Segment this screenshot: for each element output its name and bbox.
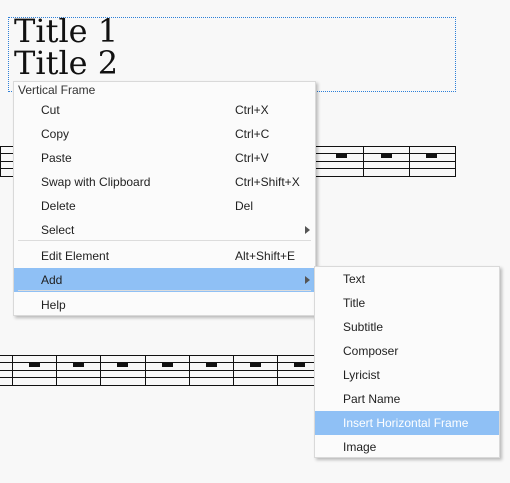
menu-item-label: Delete [41,199,76,213]
submenu-item-label: Part Name [343,392,401,406]
submenu-item-part-name[interactable]: Part Name [315,387,499,411]
whole-rest-icon [426,154,437,158]
whole-rest-icon [294,363,305,367]
add-submenu: Text Title Subtitle Composer Lyricist Pa… [314,266,500,458]
staff-system-2[interactable] [0,355,320,386]
menu-item-delete[interactable]: Delete Del [14,194,315,218]
submenu-item-title[interactable]: Title [315,291,499,315]
menu-item-label: Copy [41,127,70,141]
whole-rest-icon [117,363,128,367]
menu-item-label: Add [41,273,63,287]
menu-item-add[interactable]: Add [14,268,315,292]
menu-item-help[interactable]: Help [14,293,315,317]
menu-item-paste[interactable]: Paste Ctrl+V [14,146,315,170]
menu-item-label: Cut [41,103,60,117]
menu-item-shortcut: Ctrl+X [235,103,269,117]
submenu-item-image[interactable]: Image [315,435,499,459]
submenu-item-subtitle[interactable]: Subtitle [315,315,499,339]
submenu-item-label: Title [343,296,366,310]
context-menu: Vertical Frame Cut Ctrl+X Copy Ctrl+C Pa… [13,81,316,316]
menu-item-select[interactable]: Select [14,218,315,242]
score-title-2: Title 2 [14,44,119,82]
submenu-item-lyricist[interactable]: Lyricist [315,363,499,387]
whole-rest-icon [250,363,261,367]
chevron-right-icon [305,276,310,284]
chevron-right-icon [305,226,310,234]
score-canvas[interactable]: Title 1 Title 2 Vertical Frame Cut Ctrl+… [0,0,510,483]
submenu-item-label: Composer [343,344,399,358]
menu-item-edit-element[interactable]: Edit Element Alt+Shift+E [14,244,315,268]
whole-rest-icon [29,363,40,367]
menu-item-label: Select [41,223,75,237]
score-title-1: Title 1 [14,12,119,50]
whole-rest-icon [162,363,173,367]
whole-rest-icon [206,363,217,367]
whole-rest-icon [381,154,392,158]
submenu-item-label: Lyricist [343,368,380,382]
menu-item-shortcut: Ctrl+Shift+X [235,175,300,189]
submenu-item-text[interactable]: Text [315,267,499,291]
menu-item-shortcut: Alt+Shift+E [235,249,296,263]
whole-rest-icon [336,154,347,158]
menu-item-copy[interactable]: Copy Ctrl+C [14,122,315,146]
context-menu-header: Vertical Frame [18,82,98,98]
menu-item-cut[interactable]: Cut Ctrl+X [14,98,315,122]
menu-item-shortcut: Ctrl+C [235,127,270,141]
whole-rest-icon [73,363,84,367]
menu-item-label: Edit Element [41,249,110,263]
submenu-item-label: Image [343,440,377,454]
menu-item-swap-with-clipboard[interactable]: Swap with Clipboard Ctrl+Shift+X [14,170,315,194]
submenu-item-label: Insert Horizontal Frame [343,416,469,430]
menu-item-shortcut: Del [235,199,254,213]
submenu-item-composer[interactable]: Composer [315,339,499,363]
menu-item-label: Help [41,298,66,312]
menu-item-label: Paste [41,151,72,165]
menu-separator [18,240,311,241]
submenu-item-label: Text [343,272,366,286]
menu-separator [18,290,311,291]
menu-item-shortcut: Ctrl+V [235,151,269,165]
submenu-item-label: Subtitle [343,320,384,334]
menu-item-label: Swap with Clipboard [41,175,151,189]
submenu-item-insert-horizontal-frame[interactable]: Insert Horizontal Frame [315,411,499,435]
